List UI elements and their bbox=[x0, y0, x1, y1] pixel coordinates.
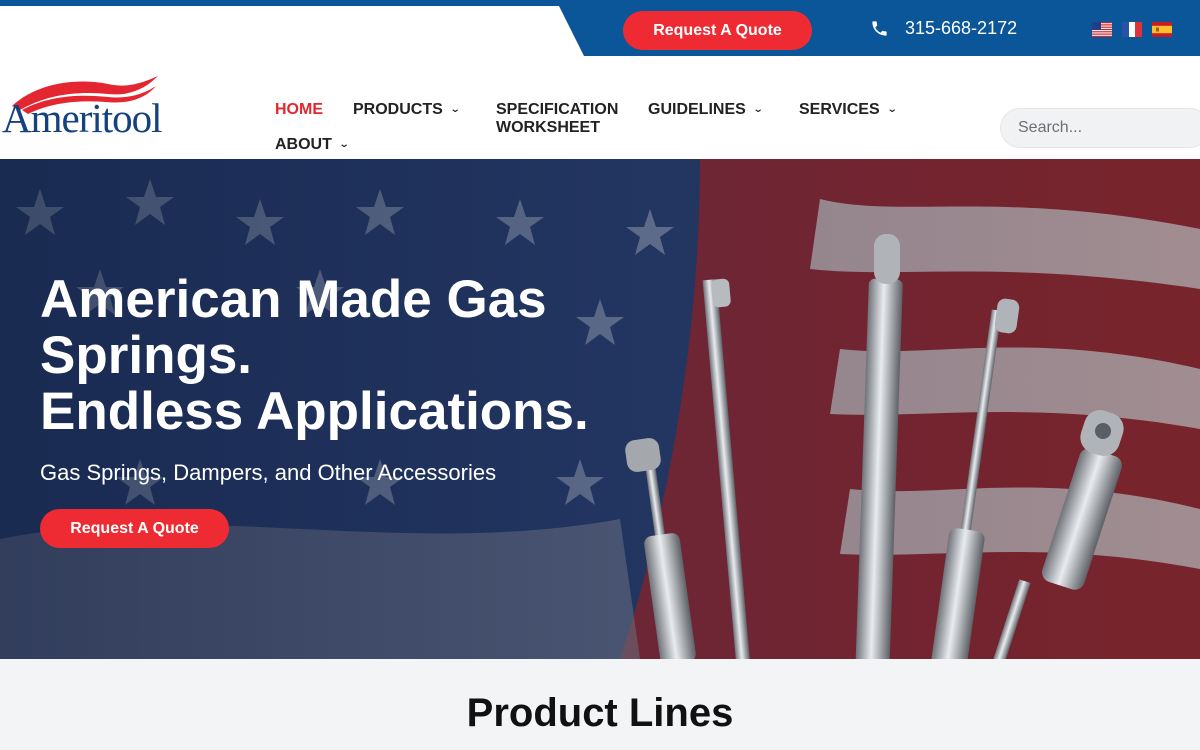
site-header: Ameritool HOME PRODUCTS ⌄ SPECIFICATION … bbox=[0, 56, 1200, 159]
hero-title: American Made Gas Springs. Endless Appli… bbox=[40, 272, 660, 440]
chevron-down-icon: ⌄ bbox=[752, 104, 764, 115]
nav-about-label: ABOUT bbox=[275, 136, 332, 153]
request-quote-button-hero[interactable]: Request A Quote bbox=[40, 509, 229, 548]
flag-fr-icon[interactable] bbox=[1122, 22, 1142, 37]
nav-home[interactable]: HOME bbox=[275, 101, 323, 119]
nav-products-label: PRODUCTS bbox=[353, 101, 443, 118]
nav-about[interactable]: ABOUT ⌄ bbox=[275, 136, 350, 154]
logo-text: Ameritool bbox=[2, 95, 163, 141]
hero-title-line1: American Made Gas bbox=[40, 270, 547, 329]
chevron-down-icon: ⌄ bbox=[338, 139, 350, 150]
product-lines-section: Product Lines bbox=[0, 659, 1200, 750]
search-input[interactable] bbox=[1000, 108, 1200, 148]
flag-es-icon[interactable] bbox=[1152, 22, 1172, 37]
chevron-down-icon: ⌄ bbox=[449, 104, 461, 115]
request-quote-button-top[interactable]: Request A Quote bbox=[623, 11, 812, 50]
chevron-down-icon: ⌄ bbox=[886, 104, 898, 115]
hero-subtitle: Gas Springs, Dampers, and Other Accessor… bbox=[40, 460, 497, 485]
phone-number: 315-668-2172 bbox=[905, 17, 1018, 38]
nav-guidelines[interactable]: GUIDELINES ⌄ bbox=[648, 101, 764, 119]
phone-link[interactable]: 315-668-2172 bbox=[870, 16, 1017, 40]
nav-spec-label-line2: WORKSHEET bbox=[496, 119, 600, 136]
hero-banner: American Made Gas Springs. Endless Appli… bbox=[0, 159, 1200, 659]
top-bar: Request A Quote 315-668-2172 bbox=[0, 0, 1200, 56]
product-lines-heading: Product Lines bbox=[466, 691, 734, 735]
nav-guidelines-label: GUIDELINES bbox=[648, 101, 746, 118]
nav-spec-label-line1: SPECIFICATION bbox=[496, 101, 619, 118]
phone-icon bbox=[872, 20, 887, 36]
hero-title-line3: Endless Applications. bbox=[40, 382, 589, 441]
nav-specification-worksheet[interactable]: SPECIFICATION WORKSHEET bbox=[496, 101, 618, 137]
language-switcher bbox=[1092, 22, 1172, 37]
hero-title-line2: Springs. bbox=[40, 326, 253, 385]
logo[interactable]: Ameritool bbox=[0, 74, 215, 141]
flag-us-icon[interactable] bbox=[1092, 22, 1112, 37]
nav-products[interactable]: PRODUCTS ⌄ bbox=[353, 101, 461, 119]
nav-services[interactable]: SERVICES ⌄ bbox=[799, 101, 898, 119]
nav-services-label: SERVICES bbox=[799, 101, 880, 118]
nav-home-label: HOME bbox=[275, 101, 323, 118]
